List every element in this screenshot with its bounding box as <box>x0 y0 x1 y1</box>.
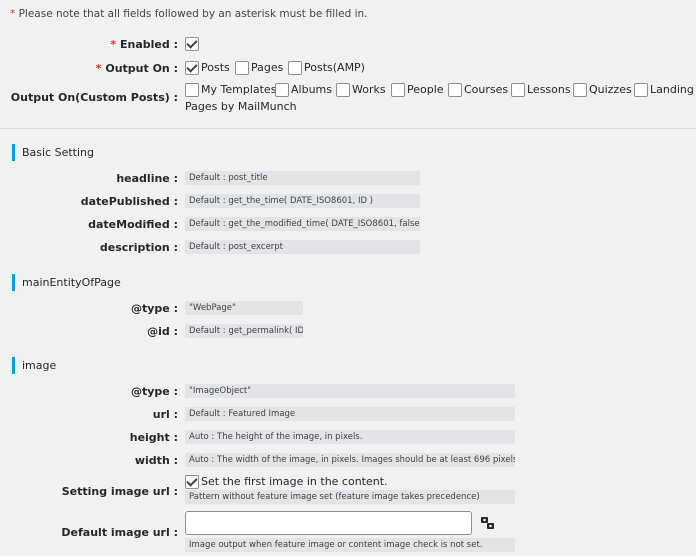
custom-my-templates-checkbox[interactable] <box>185 83 199 97</box>
output-pages-label: Pages <box>251 61 284 74</box>
image-url-field[interactable]: Default : Featured Image <box>185 407 515 421</box>
date-published-field[interactable]: Default : get_the_time( DATE_ISO8601, ID… <box>185 194 420 208</box>
custom-works-checkbox[interactable] <box>336 83 350 97</box>
custom-courses-checkbox[interactable] <box>448 83 462 97</box>
description-label: description : <box>99 241 178 254</box>
date-published-label: datePublished : <box>80 195 178 208</box>
custom-quizzes-label: Quizzes <box>589 83 632 96</box>
image-height-label: height : <box>129 431 178 444</box>
custom-people-checkbox[interactable] <box>391 83 405 97</box>
image-heading: image <box>12 357 56 374</box>
custom-landing-label-wrap: Pages by MailMunch <box>185 100 297 113</box>
headline-label: headline : <box>116 172 178 185</box>
custom-works-label: Works <box>352 83 386 96</box>
output-pages-checkbox[interactable] <box>235 61 249 75</box>
output-posts-label: Posts <box>201 61 230 74</box>
custom-landing-checkbox[interactable] <box>634 83 648 97</box>
notice-text: Please note that all fields followed by … <box>18 8 368 20</box>
custom-landing-label: Landing <box>650 83 694 96</box>
image-type-label: @type : <box>131 385 178 398</box>
image-type-field[interactable]: "ImageObject" <box>185 384 515 398</box>
entity-id-field[interactable]: Default : get_permalink( ID ) <box>185 324 303 338</box>
first-image-checkbox[interactable] <box>185 475 199 489</box>
custom-albums-label: Albums <box>291 83 332 96</box>
custom-albums-checkbox[interactable] <box>275 83 289 97</box>
setting-image-url-label: Setting image url : <box>61 485 178 498</box>
custom-my-templates-label: My Templates <box>201 83 277 96</box>
output-posts-amp-label: Posts(AMP) <box>304 61 365 74</box>
setting-image-url-hint: Pattern without feature image set (featu… <box>185 490 515 504</box>
description-field[interactable]: Default : post_excerpt <box>185 240 420 254</box>
image-height-field[interactable]: Auto : The height of the image, in pixel… <box>185 430 515 444</box>
image-url-label: url : <box>152 408 178 421</box>
headline-field[interactable]: Default : post_title <box>185 171 420 185</box>
enabled-label: * Enabled : <box>110 38 178 51</box>
output-on-label: * Output On : <box>95 62 178 75</box>
entity-id-label: @id : <box>147 325 178 338</box>
date-modified-label: dateModified : <box>88 218 178 231</box>
custom-people-label: People <box>407 83 444 96</box>
image-width-label: width : <box>134 454 178 467</box>
default-image-url-hint: Image output when feature image or conte… <box>185 538 515 552</box>
entity-type-label: @type : <box>131 302 178 315</box>
custom-quizzes-checkbox[interactable] <box>573 83 587 97</box>
image-width-field[interactable]: Auto : The width of the image, in pixels… <box>185 453 515 467</box>
enabled-checkbox[interactable] <box>185 37 199 51</box>
media-select-icon[interactable] <box>480 515 496 531</box>
date-modified-field[interactable]: Default : get_the_modified_time( DATE_IS… <box>185 217 420 231</box>
notice-asterisk: * <box>10 8 16 20</box>
custom-lessons-checkbox[interactable] <box>511 83 525 97</box>
entity-type-field[interactable]: "WebPage" <box>185 301 303 315</box>
custom-posts-label: Output On(Custom Posts) : <box>10 91 178 104</box>
required-notice: * Please note that all fields followed b… <box>10 8 368 20</box>
default-image-url-label: Default image url : <box>61 526 178 539</box>
first-image-label: Set the first image in the content. <box>201 475 388 488</box>
output-posts-checkbox[interactable] <box>185 61 199 75</box>
default-image-url-input[interactable] <box>185 511 472 535</box>
divider <box>0 128 696 129</box>
output-posts-amp-checkbox[interactable] <box>288 61 302 75</box>
custom-courses-label: Courses <box>464 83 509 96</box>
basic-setting-heading: Basic Setting <box>12 144 94 161</box>
custom-lessons-label: Lessons <box>527 83 571 96</box>
main-entity-heading: mainEntityOfPage <box>12 274 121 291</box>
